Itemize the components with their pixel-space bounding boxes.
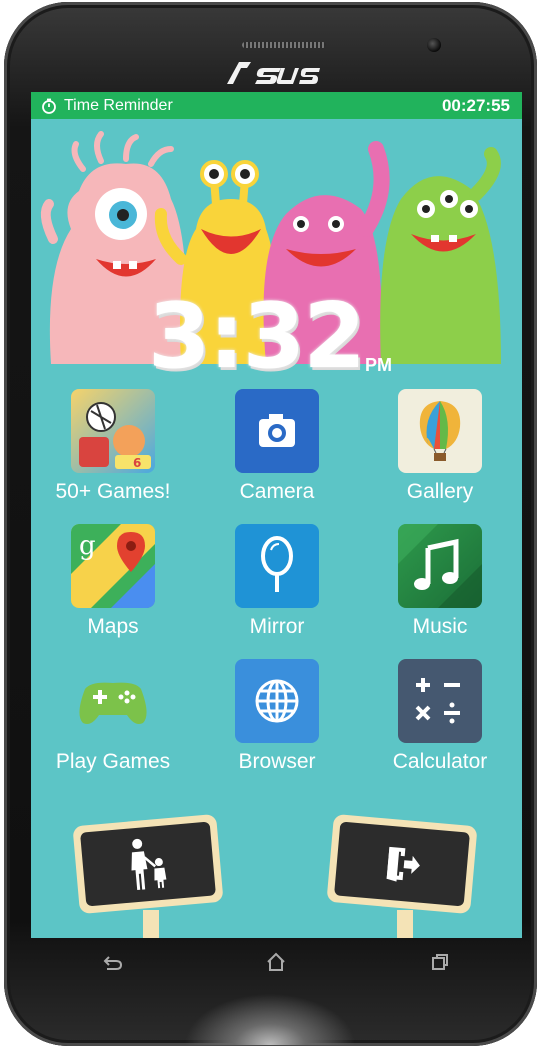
- mirror-icon: [235, 524, 319, 608]
- recents-button[interactable]: [420, 942, 460, 982]
- app-50-games[interactable]: 6 50+ Games!: [31, 389, 195, 514]
- app-grid: 6 50+ Games! Camera Gallery g Maps Mirro…: [31, 389, 522, 789]
- svg-text:6: 6: [133, 456, 141, 470]
- app-gallery[interactable]: Gallery: [358, 389, 522, 514]
- camera-icon: [235, 389, 319, 473]
- front-camera: [427, 38, 441, 52]
- parent-child-icon: [131, 838, 167, 891]
- gamepad-icon: [71, 659, 155, 743]
- app-mirror[interactable]: Mirror: [195, 524, 359, 649]
- back-icon: [103, 956, 122, 970]
- app-browser[interactable]: Browser: [195, 659, 359, 784]
- recents-icon: [432, 954, 449, 970]
- app-label: Gallery: [406, 480, 474, 503]
- app-label: Music: [412, 615, 468, 638]
- balloon-icon: [398, 389, 482, 473]
- app-label: Mirror: [249, 615, 305, 638]
- home-icon: [267, 952, 286, 971]
- stopwatch-icon: [42, 98, 56, 114]
- sign-post: [143, 910, 159, 938]
- app-play-games[interactable]: Play Games: [31, 659, 195, 784]
- sign-frame: [326, 813, 478, 915]
- home-button[interactable]: [256, 942, 296, 982]
- app-label: Camera: [239, 480, 315, 503]
- maps-icon: g: [71, 524, 155, 608]
- calculator-icon: [398, 659, 482, 743]
- app-label: Play Games: [55, 750, 171, 773]
- app-music[interactable]: Music: [358, 524, 522, 649]
- countdown-timer: 00:27:55: [441, 95, 510, 115]
- svg-text:g: g: [79, 531, 96, 561]
- app-maps[interactable]: g Maps: [31, 524, 195, 649]
- exit-door-icon: [386, 846, 420, 882]
- clock-ampm: PM: [365, 355, 392, 375]
- concentric-chin-decoration: [170, 985, 370, 1045]
- asus-logo-icon: [226, 62, 320, 84]
- globe-icon: [235, 659, 319, 743]
- sign-post: [397, 910, 413, 938]
- app-label: Calculator: [392, 750, 488, 773]
- parent-mode-sign[interactable]: [72, 813, 226, 938]
- back-button[interactable]: [93, 942, 133, 982]
- navigation-bar: [31, 938, 522, 986]
- games-collage-icon: 6: [71, 389, 155, 473]
- sign-frame: [72, 813, 224, 915]
- screen: Time Reminder 00:27:55 3:32 PM 6 50+ Gam…: [31, 92, 522, 938]
- app-label: Maps: [87, 615, 139, 638]
- app-calculator[interactable]: Calculator: [358, 659, 522, 784]
- earpiece-speaker: [242, 42, 326, 48]
- app-label: Browser: [238, 750, 316, 773]
- brand-logo: [0, 58, 541, 95]
- green-monster-icon: [380, 147, 501, 364]
- app-camera[interactable]: Camera: [195, 389, 359, 514]
- app-label: 50+ Games!: [55, 480, 171, 503]
- monster-header-illustration: 3:32 PM: [31, 119, 522, 389]
- exit-sign[interactable]: [326, 813, 480, 938]
- time-reminder-label: Time Reminder: [64, 96, 173, 114]
- time-reminder-bar[interactable]: Time Reminder 00:27:55: [31, 92, 522, 119]
- clock-time: 3:32: [148, 284, 366, 389]
- music-note-icon: [398, 524, 482, 608]
